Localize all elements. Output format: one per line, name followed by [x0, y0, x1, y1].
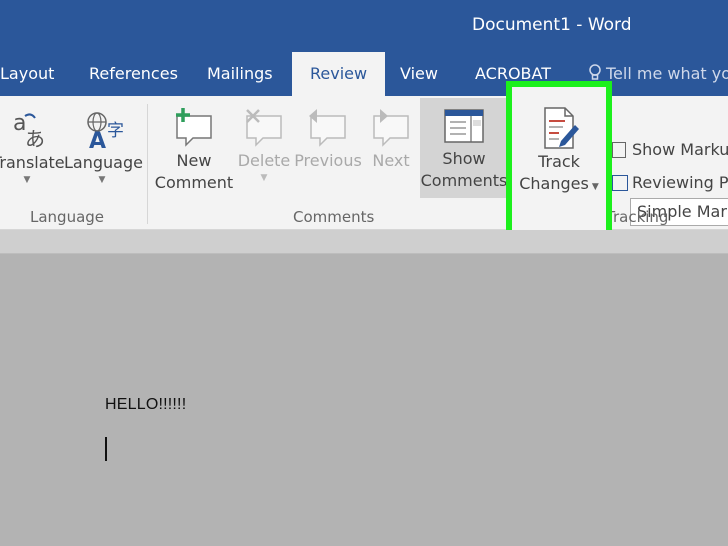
reviewing-pane-button[interactable]: Reviewing Pane [612, 173, 728, 192]
window-title: Document1 - Word [472, 15, 632, 35]
track-changes-line2: Changes [519, 174, 589, 193]
tracking-group-label: Tracking [606, 208, 669, 226]
language-group-label: Language [30, 208, 105, 226]
next-label: Next [372, 151, 410, 170]
show-comments-icon [444, 109, 484, 143]
ribbon-tabs: Layout References Mailings Review View A… [0, 52, 728, 96]
svg-text:あ: あ [25, 127, 45, 151]
ruler-strip [0, 230, 728, 254]
document-area[interactable]: HELLO!!!!!! [0, 254, 728, 546]
new-comment-line2: Comment [154, 173, 234, 192]
reviewing-pane-label: Reviewing Pane [632, 173, 728, 192]
chevron-down-icon: ▼ [260, 173, 268, 183]
tab-view[interactable]: View [400, 64, 438, 83]
language-button[interactable]: A 字 Language ▼ [64, 108, 143, 186]
chevron-down-icon: ▼ [98, 175, 106, 185]
show-comments-button[interactable]: Show Comments [420, 98, 508, 198]
document-icon [612, 142, 626, 158]
show-comments-content: Show Comments [420, 106, 508, 192]
language-icon: A 字 [87, 112, 124, 152]
delete-comment-icon [246, 109, 282, 147]
tab-layout[interactable]: Layout [0, 64, 54, 83]
lightbulb-icon [589, 64, 601, 80]
tab-references[interactable]: References [89, 64, 178, 83]
tell-me-text: Tell me what yo [606, 64, 728, 83]
show-comments-line1: Show [442, 149, 486, 168]
tab-review[interactable]: Review [292, 52, 386, 96]
language-label: Language [64, 153, 143, 172]
new-comment-line1: New [176, 151, 212, 170]
translate-icon: a あ [13, 111, 45, 151]
reviewing-pane-icon [612, 175, 628, 191]
next-comment-icon [373, 109, 409, 147]
track-changes-icon [544, 107, 579, 149]
new-comment-button[interactable]: New Comment [152, 106, 236, 194]
translate-label: Translate [0, 153, 65, 172]
next-comment-button[interactable]: Next [364, 106, 418, 172]
comments-group-label: Comments [293, 208, 375, 226]
text-cursor [105, 437, 107, 461]
delete-label: Delete [237, 151, 291, 170]
previous-comment-icon [309, 109, 346, 147]
new-comment-icon [176, 108, 212, 147]
track-changes-line1: Track [538, 152, 580, 171]
show-markup-label: Show Markup [632, 140, 728, 159]
track-changes-highlight: Track Changes ▼ [506, 81, 612, 237]
track-changes-button[interactable]: Track Changes ▼ [512, 105, 606, 198]
translate-button[interactable]: a あ Translate ▼ [0, 108, 65, 186]
previous-label: Previous [294, 151, 362, 170]
chevron-down-icon: ▼ [591, 182, 599, 192]
show-comments-line2: Comments [420, 171, 508, 190]
title-bar: Document1 - Word [0, 0, 728, 52]
chevron-down-icon: ▼ [23, 175, 31, 185]
document-text: HELLO!!!!!! [105, 396, 187, 413]
show-markup-button[interactable]: Show Markup [612, 140, 728, 159]
group-divider [147, 104, 148, 224]
svg-text:字: 字 [107, 121, 124, 141]
svg-text:A: A [89, 129, 106, 152]
delete-comment-button[interactable]: Delete ▼ [236, 106, 292, 184]
tab-mailings[interactable]: Mailings [207, 64, 273, 83]
previous-comment-button[interactable]: Previous [294, 106, 362, 172]
